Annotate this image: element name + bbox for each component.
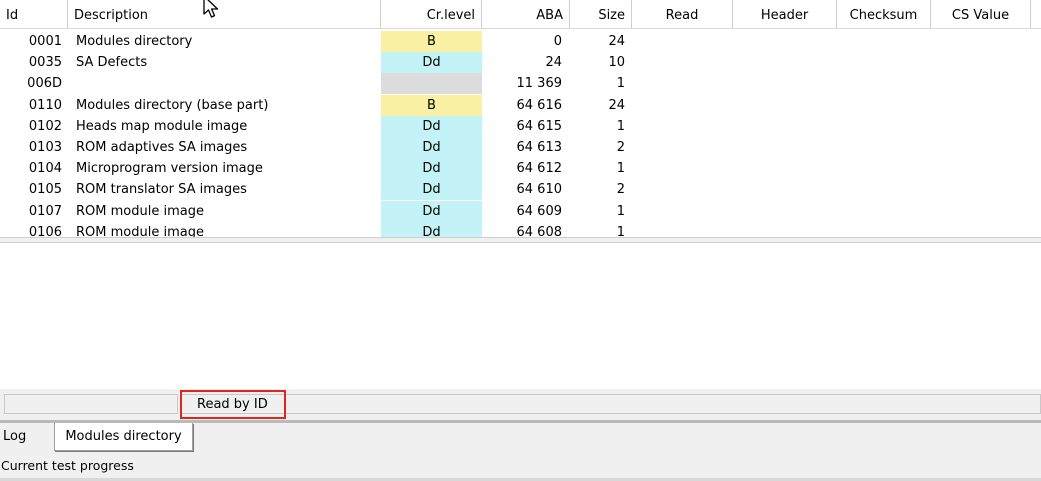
row-description: ROM translator SA images <box>76 182 247 198</box>
row-cr-level: Dd <box>381 179 482 201</box>
row-id: 0103 <box>28 140 62 155</box>
modules-table[interactable]: Id Description Cr.level ABA Size Read He… <box>0 0 1041 237</box>
row-description: Modules directory (base part) <box>76 97 269 113</box>
row-id: 0001 <box>28 34 62 49</box>
row-description: ROM adaptives SA images <box>76 140 248 155</box>
table-row[interactable]: 0110 Modules directory (base part) B 64 616… <box>0 94 1041 116</box>
table-row[interactable]: 0104 Microprogram version image Dd 64 612 1 <box>0 158 1041 180</box>
row-description: Heads map module image <box>76 118 248 134</box>
row-aba: 64 612 <box>516 161 563 177</box>
row-aba: 0 <box>553 34 562 49</box>
row-id: 0106 <box>28 224 62 237</box>
tab-modules-directory[interactable]: Modules directory <box>54 423 193 451</box>
row-id: 0107 <box>28 203 62 219</box>
row-size: 1 <box>616 203 625 219</box>
row-description <box>68 73 381 94</box>
row-description: Modules directory <box>76 34 193 49</box>
table-row[interactable]: 0035 SA Defects Dd 24 10 <box>0 52 1041 74</box>
row-size: 2 <box>616 182 625 198</box>
table-row[interactable]: 0103 ROM adaptives SA images Dd 64 613 2 <box>0 137 1041 158</box>
row-cr-level: Dd <box>381 52 482 74</box>
row-size: 1 <box>616 224 625 237</box>
row-aba: 64 609 <box>516 203 563 219</box>
column-header-checksum[interactable]: Checksum <box>837 0 931 28</box>
row-aba: 64 608 <box>516 224 563 237</box>
column-header-cr-level[interactable]: Cr.level <box>381 0 482 28</box>
table-row[interactable]: 0102 Heads map module image Dd 64 615 1 <box>0 115 1041 137</box>
row-id: 0105 <box>28 182 62 198</box>
status-panel-main <box>180 394 1041 414</box>
row-description: ROM module image <box>76 203 204 219</box>
bottom-tab-bar: Log Modules directory <box>0 420 1041 451</box>
log-output-area[interactable] <box>0 243 1041 389</box>
row-cr-level: Dd <box>381 221 482 237</box>
row-aba: 64 616 <box>516 97 563 113</box>
row-size: 1 <box>616 118 625 134</box>
column-header-aba[interactable]: ABA <box>482 0 570 28</box>
row-id: 0035 <box>28 55 62 71</box>
row-cr-level: Dd <box>381 200 482 222</box>
row-size: 24 <box>608 34 625 49</box>
table-row[interactable]: 006D 11 369 1 <box>0 73 1041 95</box>
status-bar: Read by ID <box>0 389 1041 421</box>
row-id: 0110 <box>28 97 62 113</box>
row-description: Microprogram version image <box>76 161 263 177</box>
row-cr-level: B <box>381 94 482 116</box>
row-id: 0104 <box>28 161 62 177</box>
row-description: SA Defects <box>76 55 148 71</box>
row-cr-level <box>381 73 482 95</box>
row-cr-level: Dd <box>381 137 482 158</box>
table-header: Id Description Cr.level ABA Size Read He… <box>0 0 1041 29</box>
table-row[interactable]: 0105 ROM translator SA images Dd 64 610 2 <box>0 179 1041 201</box>
test-progress-label: Current test progress <box>1 458 134 473</box>
row-cr-level: Dd <box>381 158 482 180</box>
row-aba: 24 <box>545 55 562 71</box>
row-id: 0102 <box>28 118 62 134</box>
column-header-id[interactable]: Id <box>0 0 68 28</box>
row-aba: 64 610 <box>516 182 563 198</box>
table-row[interactable]: 0001 Modules directory B 0 24 <box>0 31 1041 52</box>
row-size: 10 <box>608 55 625 71</box>
column-header-cs-value[interactable]: CS Value <box>931 0 1031 28</box>
row-description: ROM module image <box>76 224 204 237</box>
row-aba: 11 369 <box>516 76 563 92</box>
status-panel-left <box>4 394 178 414</box>
column-header-header[interactable]: Header <box>733 0 837 28</box>
current-operation-label: Read by ID <box>180 390 286 419</box>
mouse-pointer-icon <box>203 0 219 18</box>
row-size: 1 <box>616 76 625 92</box>
tab-log[interactable]: Log <box>0 423 54 451</box>
row-id: 006D <box>27 76 62 92</box>
row-cr-level: Dd <box>381 115 482 137</box>
column-header-filler <box>1031 0 1041 28</box>
column-header-read[interactable]: Read <box>632 0 733 28</box>
row-aba: 64 613 <box>516 140 563 155</box>
row-size: 24 <box>608 97 625 113</box>
column-header-size[interactable]: Size <box>570 0 632 28</box>
row-size: 2 <box>616 140 625 155</box>
table-row[interactable]: 0107 ROM module image Dd 64 609 1 <box>0 200 1041 222</box>
row-aba: 64 615 <box>516 118 563 134</box>
row-size: 1 <box>616 161 625 177</box>
row-cr-level: B <box>381 31 482 52</box>
table-row[interactable]: 0106 ROM module image Dd 64 608 1 <box>0 221 1041 237</box>
